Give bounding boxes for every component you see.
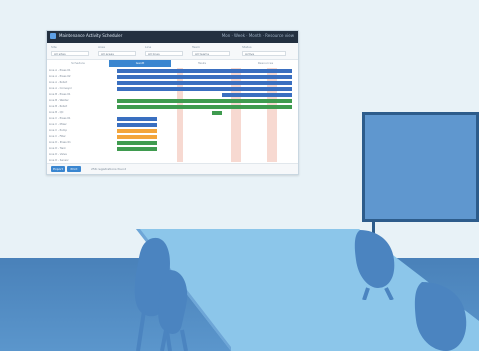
row-label: Line B - Press 01 (49, 93, 71, 96)
schedule-bar[interactable] (117, 141, 157, 145)
row-label: Line D - Sensor (49, 159, 69, 162)
schedule-bar[interactable] (117, 129, 157, 133)
row-label: Line C - Mixer (49, 123, 67, 126)
row-label: Line A - Conveyor (49, 87, 72, 90)
print-button[interactable]: Print (67, 166, 81, 172)
row-label: Line B - Welder (49, 99, 69, 102)
chair-left-back (158, 270, 188, 351)
results-count: 256 registrations found (91, 167, 127, 171)
row-label: Line B - Robot (49, 105, 68, 108)
gantt-grid: Line A - Press 01 Line A - Press 02 Line… (47, 68, 298, 164)
row-label: Line B - QC (49, 111, 64, 114)
view-tabs: Schedule Gantt Tasks Resources (47, 60, 298, 67)
filter-label: Site (51, 45, 57, 49)
schedule-bar[interactable] (117, 69, 292, 73)
app-logo-icon (50, 33, 56, 39)
app-title: Maintenance Activity Scheduler (59, 33, 123, 38)
row-label: Line A - Robot (49, 81, 68, 84)
chair-right-front (414, 282, 467, 351)
schedule-bar[interactable] (222, 93, 292, 97)
filter-label: Area (98, 45, 105, 49)
schedule-bar[interactable] (117, 117, 157, 121)
wall-monitor: Maintenance Activity Scheduler Mon · Wee… (46, 30, 299, 175)
row-label: Line C - Pump (49, 129, 67, 132)
office-scene: Maintenance Activity Scheduler Mon · Wee… (0, 0, 479, 351)
filter-select[interactable]: All areas (98, 51, 136, 56)
row-label: Line D - Press 01 (49, 141, 71, 144)
tab-gantt[interactable]: Gantt (109, 60, 171, 67)
schedule-bar[interactable] (117, 135, 157, 139)
schedule-bar[interactable] (117, 81, 292, 85)
schedule-bar[interactable] (117, 87, 292, 91)
row-label: Line C - Press 01 (49, 117, 71, 120)
row-label: Line A - Press 01 (49, 69, 71, 72)
monitor-titlebar: Maintenance Activity Scheduler Mon · Wee… (47, 31, 298, 43)
titlebar-actions[interactable]: Mon · Week · Month · Resource view (222, 33, 294, 38)
row-label: Line C - Filler (49, 135, 66, 138)
filter-label: Status (242, 45, 252, 49)
filter-select[interactable]: All teams (192, 51, 230, 56)
footer-bar: Export Print 256 registrations found (47, 163, 298, 174)
whiteboard (362, 112, 479, 222)
filter-label: Line (145, 45, 152, 49)
tab-schedule[interactable]: Schedule (47, 60, 109, 67)
schedule-bar[interactable] (117, 99, 292, 103)
schedule-bar[interactable] (117, 147, 157, 151)
schedule-bar[interactable] (117, 105, 292, 109)
filter-bar: Site All sites Area All areas Line All l… (47, 43, 298, 60)
filter-select[interactable]: All sites (51, 51, 89, 56)
schedule-bar[interactable] (212, 111, 222, 115)
row-label: Line D - Tank (49, 147, 66, 150)
row-label: Line A - Press 02 (49, 75, 71, 78)
filter-select[interactable]: Active (242, 51, 286, 56)
filter-label: Team (192, 45, 200, 49)
tab-resources[interactable]: Resources (233, 60, 298, 67)
export-button[interactable]: Export (51, 166, 65, 172)
tab-tasks[interactable]: Tasks (171, 60, 233, 67)
row-label: Line D - Valve (49, 153, 67, 156)
schedule-bar[interactable] (117, 75, 292, 79)
filter-select[interactable]: All lines (145, 51, 183, 56)
chair-right-back (354, 230, 395, 300)
schedule-bar[interactable] (117, 123, 157, 127)
